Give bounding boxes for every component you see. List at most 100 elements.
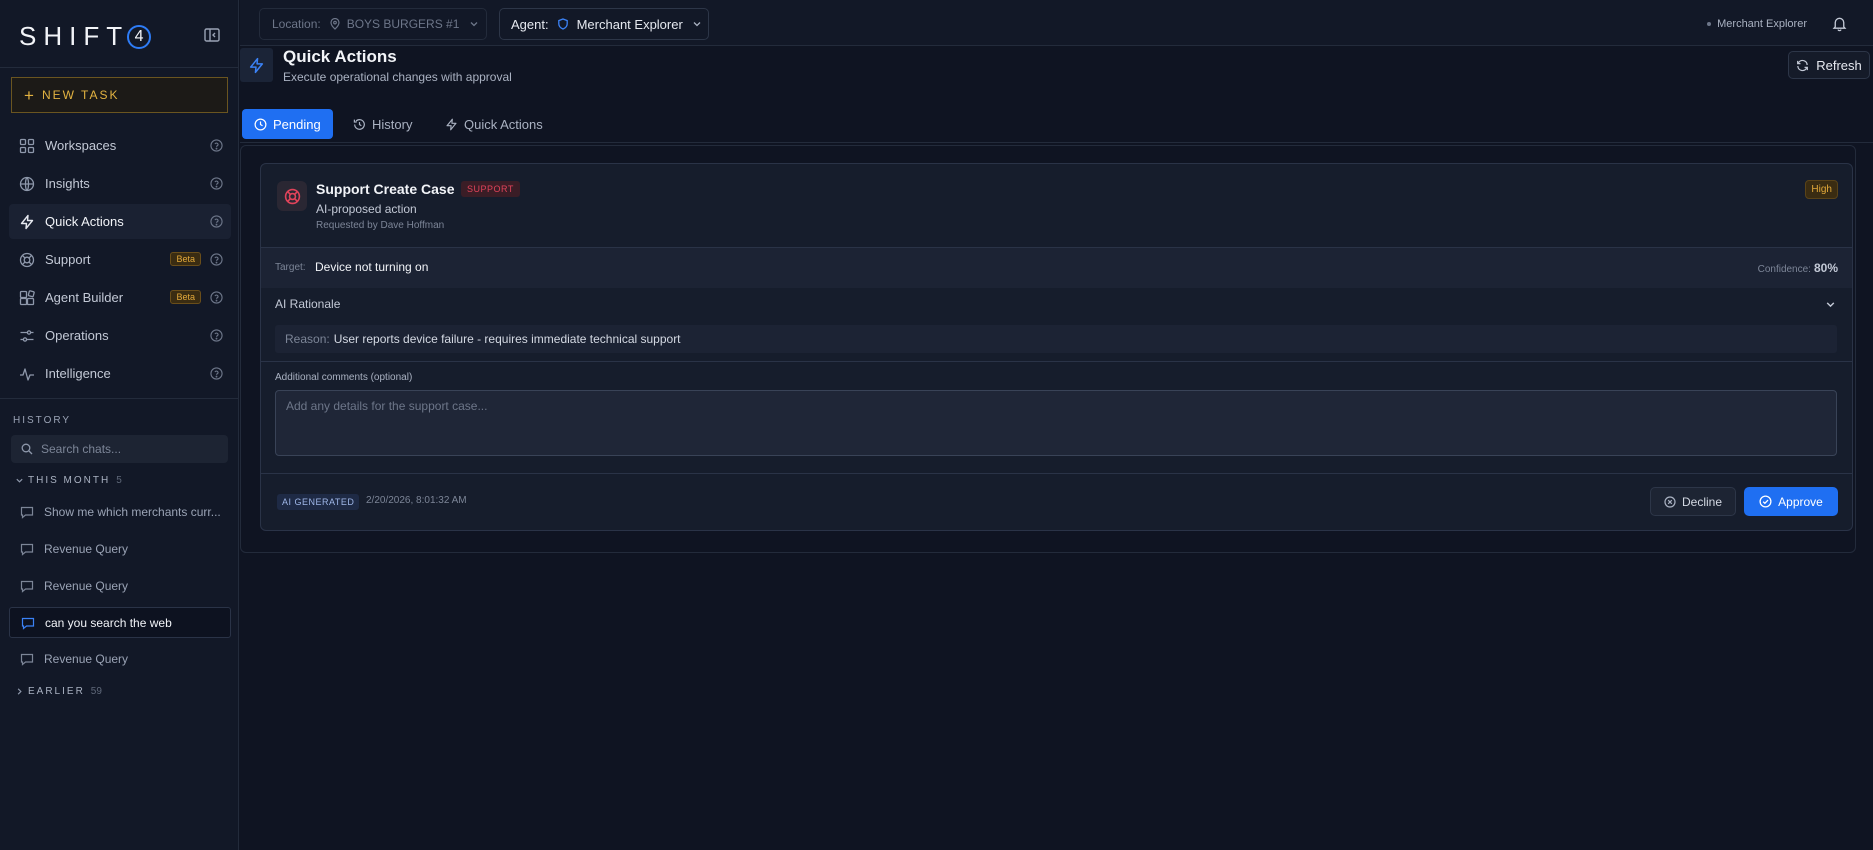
ai-rationale-toggle[interactable]: AI Rationale (261, 288, 1852, 320)
history-title: HISTORY (13, 415, 72, 426)
x-circle-icon (1664, 495, 1676, 508)
sidebar-item-operations[interactable]: Operations (9, 318, 231, 353)
location-label: Location: (272, 17, 321, 31)
reason-value: User reports device failure - requires i… (333, 332, 681, 346)
chat-item-active[interactable]: can you search the web (9, 607, 231, 638)
reason-label: Reason: (285, 332, 330, 346)
chevron-down-icon (15, 476, 24, 485)
approve-button[interactable]: Approve (1744, 487, 1838, 516)
approve-label: Approve (1778, 494, 1823, 509)
group-count: 59 (90, 686, 102, 697)
sidebar-item-label: Insights (45, 176, 90, 191)
target-label: Target: (275, 262, 306, 273)
help-icon[interactable] (210, 291, 223, 304)
blocks-icon (19, 289, 35, 306)
help-icon[interactable] (210, 253, 223, 266)
status-dot (1707, 22, 1712, 26)
comments-field[interactable] (275, 390, 1837, 456)
confidence-label: Confidence: (1757, 264, 1811, 275)
lightning-icon (19, 214, 35, 230)
location-value: BOYS BURGERS #1 (346, 17, 460, 31)
tab-bar: Pending History Quick Actions (240, 103, 1873, 143)
active-agent-label: Merchant Explorer (1717, 18, 1807, 30)
search-input[interactable] (41, 442, 211, 456)
chevron-right-icon (15, 687, 24, 696)
action-subtitle: AI-proposed action (316, 202, 417, 216)
chevron-down-icon (469, 19, 479, 29)
tab-label: Pending (273, 116, 321, 132)
lifebuoy-icon (277, 181, 307, 211)
chat-item[interactable]: Revenue Query (9, 570, 231, 601)
agent-select[interactable]: Agent: Merchant Explorer (499, 8, 709, 40)
decline-button[interactable]: Decline (1650, 487, 1736, 516)
tab-label: History (372, 116, 413, 132)
sidebar-item-agent-builder[interactable]: Agent Builder Beta (9, 280, 231, 315)
bell-icon[interactable] (1831, 15, 1848, 32)
page-lightning-icon (240, 48, 273, 82)
comments-label: Additional comments (optional) (275, 372, 413, 383)
sidebar-item-label: Operations (45, 328, 109, 343)
tab-pending[interactable]: Pending (242, 109, 333, 139)
sidebar-item-intelligence[interactable]: Intelligence (9, 356, 231, 391)
refresh-label: Refresh (1816, 57, 1862, 73)
new-task-label: NEW TASK (41, 88, 120, 102)
timestamp: 2/20/2026, 8:01:32 AM (366, 495, 467, 506)
logo-digit: 4 (127, 24, 152, 49)
logo-text: SHIFT (19, 21, 130, 51)
chat-label: Revenue Query (44, 651, 129, 666)
divider (261, 361, 1852, 362)
sidebar-item-insights[interactable]: Insights (9, 166, 231, 201)
chevron-down-icon (692, 19, 702, 29)
sidebar-item-label: Quick Actions (45, 214, 124, 229)
help-icon[interactable] (210, 367, 223, 380)
confidence-value: 80% (1813, 261, 1838, 275)
new-task-button[interactable]: + NEW TASK (11, 77, 228, 113)
chat-label: Show me which merchants curr... (44, 504, 221, 519)
help-icon[interactable] (210, 177, 223, 190)
sidebar-item-workspaces[interactable]: Workspaces (9, 128, 231, 163)
beta-badge: Beta (170, 290, 201, 304)
chat-search[interactable] (11, 435, 228, 463)
chat-bubble-icon (20, 579, 34, 593)
chat-item[interactable]: Revenue Query (9, 643, 231, 674)
help-icon[interactable] (210, 215, 223, 228)
shift4-logo[interactable]: SHIFT 4 (19, 21, 152, 52)
chat-item[interactable]: Show me which merchants curr... (9, 496, 231, 527)
agent-value: Merchant Explorer (576, 16, 683, 32)
help-icon[interactable] (210, 329, 223, 342)
tab-quick-actions[interactable]: Quick Actions (433, 109, 555, 139)
ai-rationale-label: AI Rationale (275, 297, 341, 311)
sidebar-collapse-icon[interactable] (203, 26, 221, 44)
clock-icon (254, 118, 267, 130)
page-title: Quick Actions (283, 47, 397, 66)
location-select[interactable]: Location: BOYS BURGERS #1 (259, 8, 487, 40)
group-this-month[interactable]: THIS MONTH 5 (15, 475, 122, 486)
refresh-button[interactable]: Refresh (1788, 51, 1870, 79)
tab-history[interactable]: History (341, 109, 424, 139)
sidebar-item-support[interactable]: Support Beta (9, 242, 231, 277)
chat-bubble-icon (20, 505, 34, 519)
refresh-icon (1797, 59, 1809, 71)
chat-item[interactable]: Revenue Query (9, 533, 231, 564)
lifebuoy-icon (19, 252, 35, 268)
group-earlier[interactable]: EARLIER 59 (15, 686, 102, 697)
active-agent-indicator: Merchant Explorer (1707, 18, 1807, 30)
group-label: EARLIER (28, 686, 85, 697)
category-badge: SUPPORT (461, 181, 520, 197)
plus-icon: + (24, 85, 34, 105)
requested-by: Requested by Dave Hoffman (316, 220, 445, 231)
chat-bubble-icon (20, 652, 34, 666)
card-header: Support Create Case SUPPORT AI-proposed … (261, 164, 1852, 248)
sidebar-item-label: Support (45, 252, 91, 267)
chat-bubble-icon (21, 616, 35, 630)
grid-icon (19, 138, 35, 154)
agent-label: Agent: (511, 16, 549, 32)
sidebar-divider (0, 398, 239, 399)
sidebar-item-quick-actions[interactable]: Quick Actions (9, 204, 231, 239)
help-icon[interactable] (210, 139, 223, 152)
lightning-icon (446, 118, 457, 130)
tab-label: Quick Actions (464, 116, 543, 132)
group-label: THIS MONTH (28, 475, 111, 486)
chat-bubble-icon (20, 542, 34, 556)
beta-badge: Beta (170, 252, 201, 266)
